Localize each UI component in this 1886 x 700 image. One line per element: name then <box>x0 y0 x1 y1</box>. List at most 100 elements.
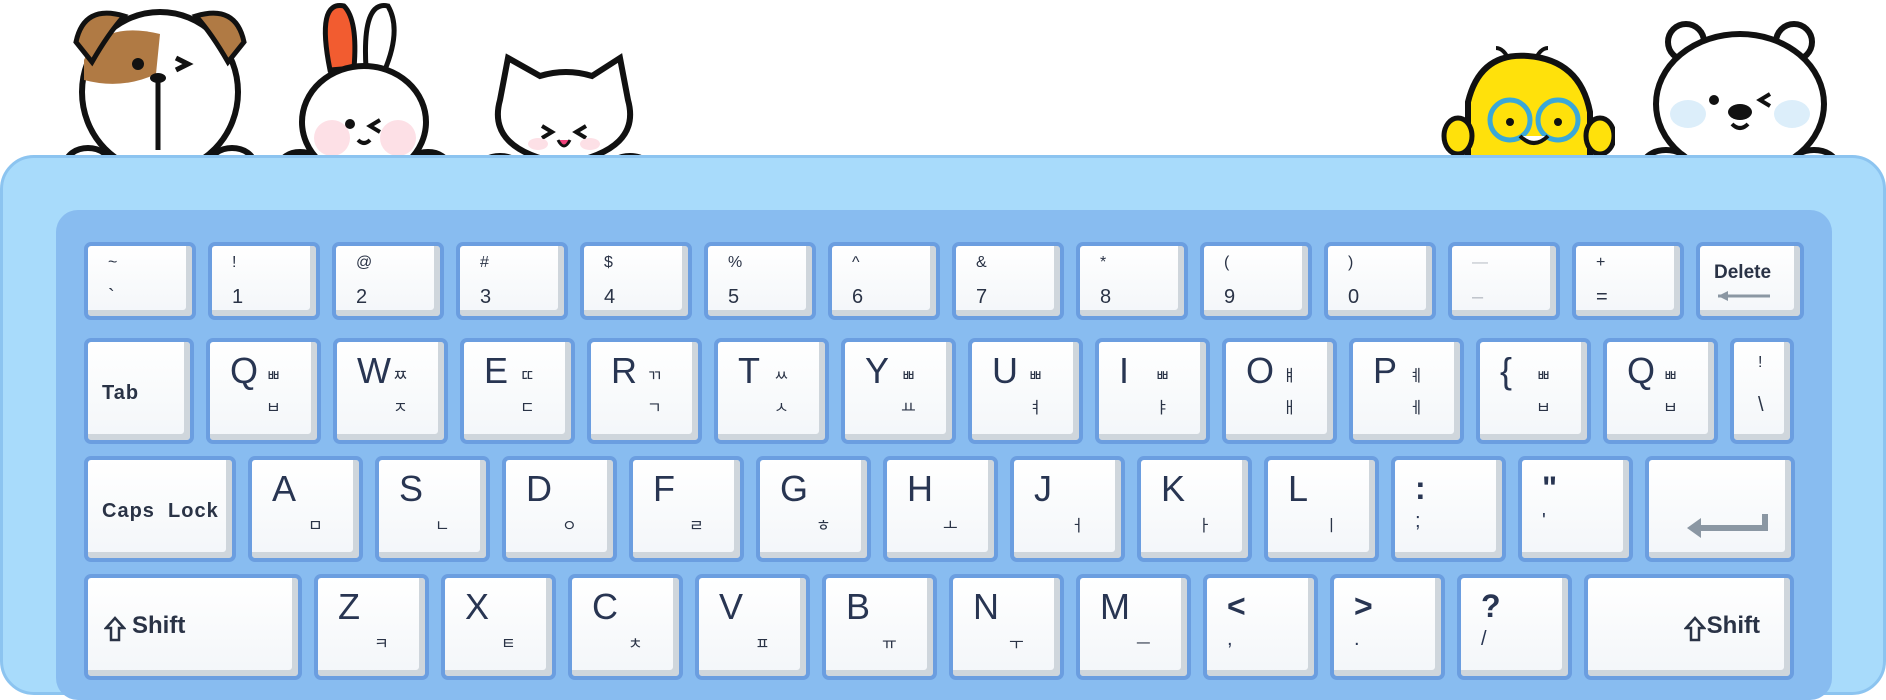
key-d[interactable]: Dㅇ <box>502 456 617 562</box>
key-open-brace[interactable]: {ㅃㅂ <box>1476 338 1591 444</box>
key-korean: ㅂ <box>1663 400 1678 417</box>
caps-lock-key[interactable]: Caps Lock <box>84 456 236 562</box>
enter-key[interactable] <box>1645 456 1795 562</box>
key-korean: ㄷ <box>520 400 535 417</box>
key-b[interactable]: Bㅠ <box>822 574 937 680</box>
key-korean: ㄱ <box>647 400 662 417</box>
key-letter: M <box>1100 586 1130 627</box>
key-v[interactable]: Vㅍ <box>695 574 810 680</box>
key-slash[interactable]: ? / <box>1457 574 1572 680</box>
key-letter: { <box>1500 350 1513 391</box>
key-bracket[interactable]: Qㅃㅂ <box>1603 338 1718 444</box>
key-korean: ㅈ <box>393 400 408 417</box>
key-char: 5 <box>728 286 740 308</box>
key-korean: ㅐ <box>1282 400 1297 417</box>
left-arrow-icon <box>1718 291 1770 301</box>
key-letter: N <box>973 586 999 627</box>
key-shift-char: * <box>1100 254 1107 271</box>
key-backslash[interactable]: ! \ <box>1730 338 1794 444</box>
key-w[interactable]: Wㅉㅈ <box>333 338 448 444</box>
key-backtick[interactable]: ~ ` <box>84 242 196 320</box>
key-korean-shift: ㅖ <box>1409 368 1424 385</box>
key-letter: Q <box>230 350 259 391</box>
key-letter: H <box>907 468 933 509</box>
key-comma[interactable]: <, <box>1203 574 1318 680</box>
key-letter: U <box>992 350 1018 391</box>
key-z[interactable]: Zㅋ <box>314 574 429 680</box>
key-m[interactable]: Mㅡ <box>1076 574 1191 680</box>
key-char: ' <box>1542 510 1546 532</box>
key-1[interactable]: ! 1 <box>208 242 320 320</box>
delete-label: Delete <box>1714 262 1772 283</box>
key-korean: ㅜ <box>1009 636 1024 653</box>
key-i[interactable]: I ㅃㅑ <box>1095 338 1210 444</box>
key-quote[interactable]: " ' <box>1518 456 1633 562</box>
qwerty-row: Tab Qㅃㅂ Wㅉㅈ Eㄸㄷ Rㄲㄱ Tㅆㅅ Yㅃㅛ Uㅃㅕ Iㅃㅑ Oㅒㅐ … <box>84 338 1794 444</box>
key-semicolon[interactable]: :; <box>1391 456 1506 562</box>
key-s[interactable]: Sㄴ <box>375 456 490 562</box>
key-char: 2 <box>356 286 368 308</box>
key-6[interactable]: ^ 6 <box>828 242 940 320</box>
key-char: 6 <box>852 286 864 308</box>
key-period[interactable]: >. <box>1330 574 1445 680</box>
key-f[interactable]: Fㄹ <box>629 456 744 562</box>
key-q[interactable]: Qㅃㅂ <box>206 338 321 444</box>
key-c[interactable]: Cㅊ <box>568 574 683 680</box>
key-shift-char: ! <box>232 254 237 271</box>
key-korean: ㅠ <box>882 636 897 653</box>
key-2[interactable]: @2 <box>332 242 444 320</box>
left-shift-key[interactable]: Shift <box>84 574 302 680</box>
key-korean-shift: ㄸ <box>520 368 535 385</box>
key-t[interactable]: Tㅆㅅ <box>714 338 829 444</box>
key-x[interactable]: Xㅌ <box>441 574 556 680</box>
key-korean: ㅕ <box>1028 400 1043 417</box>
tab-key[interactable]: Tab <box>84 338 194 444</box>
key-shift-char: ) <box>1348 254 1354 271</box>
delete-key[interactable]: Delete <box>1696 242 1804 320</box>
key-letter: Y <box>865 350 890 391</box>
key-4[interactable]: $4 <box>580 242 692 320</box>
key-korean: ㅅ <box>774 400 789 417</box>
shift-arrow-icon <box>1684 616 1706 642</box>
key-char: 9 <box>1224 286 1236 308</box>
shift-label: Shift <box>132 612 186 639</box>
key-h[interactable]: Hㅗ <box>883 456 998 562</box>
key-0[interactable]: ) 0 <box>1324 242 1436 320</box>
key-5[interactable]: % 5 <box>704 242 816 320</box>
key-g[interactable]: Gㅎ <box>756 456 871 562</box>
key-3[interactable]: #3 <box>456 242 568 320</box>
key-korean-shift: ㅃ <box>266 368 281 385</box>
key-7[interactable]: & 7 <box>952 242 1064 320</box>
key-letter: L <box>1288 468 1309 509</box>
tab-label: Tab <box>102 382 140 404</box>
key-char: 1 <box>232 286 244 308</box>
key-minus[interactable]: — – <box>1448 242 1560 320</box>
right-shift-key[interactable]: Shift <box>1584 574 1794 680</box>
key-korean: ㅁ <box>308 518 323 535</box>
key-a[interactable]: Aㅁ <box>248 456 363 562</box>
key-k[interactable]: Kㅏ <box>1137 456 1252 562</box>
key-char: ; <box>1415 510 1421 532</box>
key-p[interactable]: Pㅖㅔ <box>1349 338 1464 444</box>
key-korean: ㅂ <box>266 400 281 417</box>
key-9[interactable]: (9 <box>1200 242 1312 320</box>
key-equals[interactable]: + = <box>1572 242 1684 320</box>
key-shift-char: < <box>1227 588 1246 624</box>
key-korean: ㅇ <box>562 518 577 535</box>
key-letter: E <box>484 350 509 391</box>
key-8[interactable]: * 8 <box>1076 242 1188 320</box>
key-n[interactable]: Nㅜ <box>949 574 1064 680</box>
key-korean: ㅂ <box>1536 400 1551 417</box>
key-o[interactable]: Oㅒㅐ <box>1222 338 1337 444</box>
key-letter: R <box>611 350 637 391</box>
key-char: / <box>1481 628 1487 650</box>
key-y[interactable]: Yㅃㅛ <box>841 338 956 444</box>
key-u[interactable]: Uㅃㅕ <box>968 338 1083 444</box>
key-l[interactable]: Lㅣ <box>1264 456 1379 562</box>
key-e[interactable]: Eㄸㄷ <box>460 338 575 444</box>
key-j[interactable]: Jㅓ <box>1010 456 1125 562</box>
key-r[interactable]: Rㄲㄱ <box>587 338 702 444</box>
key-shift-char: > <box>1354 588 1373 624</box>
caps-lock-label: Caps Lock <box>102 500 219 522</box>
key-korean: ㅏ <box>1197 518 1212 535</box>
